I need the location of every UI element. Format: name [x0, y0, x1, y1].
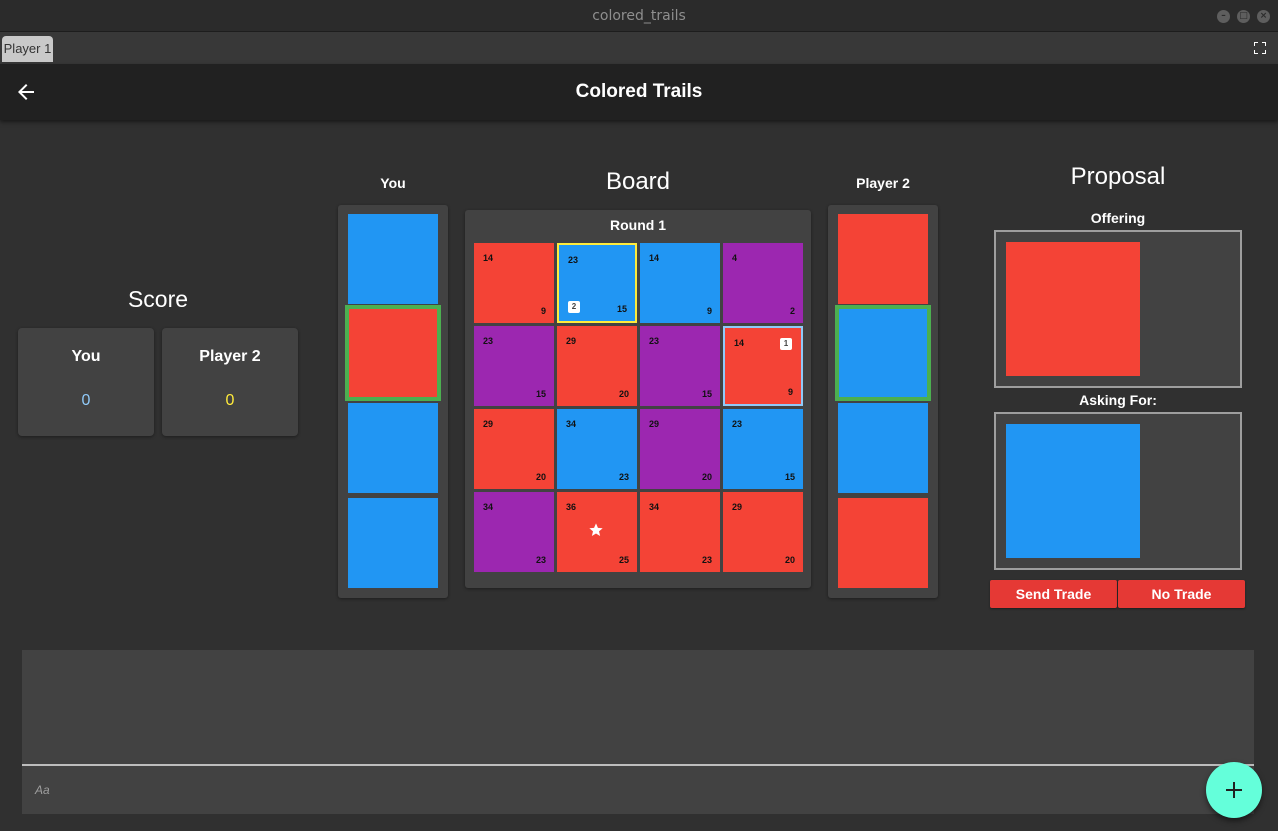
cell-value-top: 29: [732, 502, 743, 512]
tab-bar: Player 1: [0, 32, 1278, 64]
cell-value-top: 34: [483, 502, 494, 512]
board-heading: Board: [605, 168, 671, 195]
board-cell[interactable]: 23 15: [474, 326, 554, 406]
board-cell[interactable]: 29 20: [557, 326, 637, 406]
cell-value-bottom: 20: [701, 472, 712, 482]
player2-chip-panel: [828, 205, 938, 598]
you-chip-blue[interactable]: [348, 403, 438, 493]
cell-value-bottom: 20: [535, 472, 546, 482]
player2-chip-blue[interactable]: [835, 305, 931, 401]
fullscreen-icon[interactable]: [1254, 42, 1266, 54]
cell-value-bottom: 9: [787, 387, 793, 397]
cell-value-bottom: 15: [784, 472, 795, 482]
board-cell[interactable]: 23 15: [723, 409, 803, 489]
page-title: Colored Trails: [575, 81, 703, 102]
player2-chips-heading: Player 2: [856, 175, 910, 191]
round-label: Round 1: [610, 217, 666, 233]
board-panel: Round 1 14 9 23 15 2 14 9 4 2 23 15 29 20 23 15 14 9 1 29 2…: [465, 210, 811, 588]
board-cell[interactable]: 29 20: [474, 409, 554, 489]
cell-value-top: 14: [734, 338, 745, 348]
cell-value-top: 29: [649, 419, 660, 429]
goal-star-icon: [589, 523, 603, 536]
cell-value-top: 23: [568, 255, 579, 265]
you-chip-blue[interactable]: [348, 214, 438, 304]
board-cell[interactable]: 34 23: [557, 409, 637, 489]
cell-value-top: 36: [566, 502, 577, 512]
add-button[interactable]: [1206, 762, 1262, 818]
player-2-marker: 2: [568, 301, 580, 313]
board-cell[interactable]: 29 20: [640, 409, 720, 489]
no-trade-button[interactable]: No Trade: [1118, 580, 1245, 608]
board-cell[interactable]: 29 20: [723, 492, 803, 572]
you-chip-red[interactable]: [345, 305, 441, 401]
offering-chip[interactable]: [1006, 242, 1140, 376]
score-label-you: You: [71, 348, 101, 365]
asking-chip[interactable]: [1006, 424, 1140, 558]
proposal-heading: Proposal: [1070, 163, 1166, 190]
send-trade-button[interactable]: Send Trade: [990, 580, 1117, 608]
board-cell[interactable]: 34 23: [640, 492, 720, 572]
player2-chip-red[interactable]: [838, 214, 928, 304]
plus-icon: [1226, 782, 1242, 798]
cell-value-top: 23: [483, 336, 494, 346]
cell-value-bottom: 23: [701, 555, 712, 565]
cell-value-bottom: 15: [616, 304, 627, 314]
you-chips-heading: You: [380, 175, 406, 191]
score-value-player2: 0: [225, 392, 235, 409]
window-title: colored_trails: [592, 8, 686, 24]
player2-chip-red[interactable]: [838, 498, 928, 588]
minimize-button[interactable]: –: [1217, 10, 1230, 23]
board-cell[interactable]: 23 15: [640, 326, 720, 406]
cell-value-top: 34: [566, 419, 577, 429]
cell-value-bottom: 20: [784, 555, 795, 565]
cell-value-top: 14: [483, 253, 494, 263]
score-heading: Score: [127, 286, 189, 312]
cell-value-bottom: 9: [706, 306, 712, 316]
asking-label: Asking For:: [1079, 392, 1157, 408]
cell-value-top: 23: [732, 419, 743, 429]
app-bar: Colored Trails: [0, 64, 1278, 120]
score-card-player2: Player 2 0: [162, 328, 298, 436]
cell-value-top: 14: [649, 253, 660, 263]
maximize-button[interactable]: □: [1237, 10, 1250, 23]
player2-chip-blue[interactable]: [838, 403, 928, 493]
board-cell[interactable]: 23 15 2: [557, 243, 637, 323]
cell-value-bottom: 23: [618, 472, 629, 482]
player-1-marker: 1: [780, 338, 792, 350]
cell-value-top: 23: [649, 336, 660, 346]
score-card-you: You 0: [18, 328, 154, 436]
asking-box[interactable]: [994, 412, 1242, 570]
board-cell[interactable]: 34 23: [474, 492, 554, 572]
offering-box[interactable]: [994, 230, 1242, 388]
cell-value-bottom: 2: [789, 306, 795, 316]
close-button[interactable]: ×: [1257, 10, 1270, 23]
chat-input[interactable]: Aa: [22, 764, 1254, 814]
chat-input-placeholder: Aa: [35, 783, 50, 797]
cell-value-bottom: 9: [540, 306, 546, 316]
cell-value-top: 29: [483, 419, 494, 429]
board-cell[interactable]: 14 9: [640, 243, 720, 323]
offering-label: Offering: [1090, 210, 1146, 226]
cell-value-top: 4: [732, 253, 738, 263]
tab-player-1[interactable]: Player 1: [2, 36, 53, 62]
you-chip-blue[interactable]: [348, 498, 438, 588]
cell-value-bottom: 20: [618, 389, 629, 399]
board-cell[interactable]: 14 9: [474, 243, 554, 323]
cell-value-bottom: 23: [535, 555, 546, 565]
board-cell[interactable]: 36 25: [557, 492, 637, 572]
score-value-you: 0: [81, 392, 91, 409]
cell-value-bottom: 15: [701, 389, 712, 399]
cell-value-bottom: 15: [535, 389, 546, 399]
score-label-player2: Player 2: [199, 348, 261, 365]
you-chip-panel: [338, 205, 448, 598]
cell-value-top: 34: [649, 502, 660, 512]
board-cell[interactable]: 42: [723, 243, 803, 323]
cell-value-top: 29: [566, 336, 577, 346]
cell-value-bottom: 25: [618, 555, 629, 565]
window-titlebar: colored_trails – □ ×: [0, 0, 1278, 32]
board-cell[interactable]: 14 9 1: [723, 326, 803, 406]
chat-log: [22, 650, 1254, 764]
